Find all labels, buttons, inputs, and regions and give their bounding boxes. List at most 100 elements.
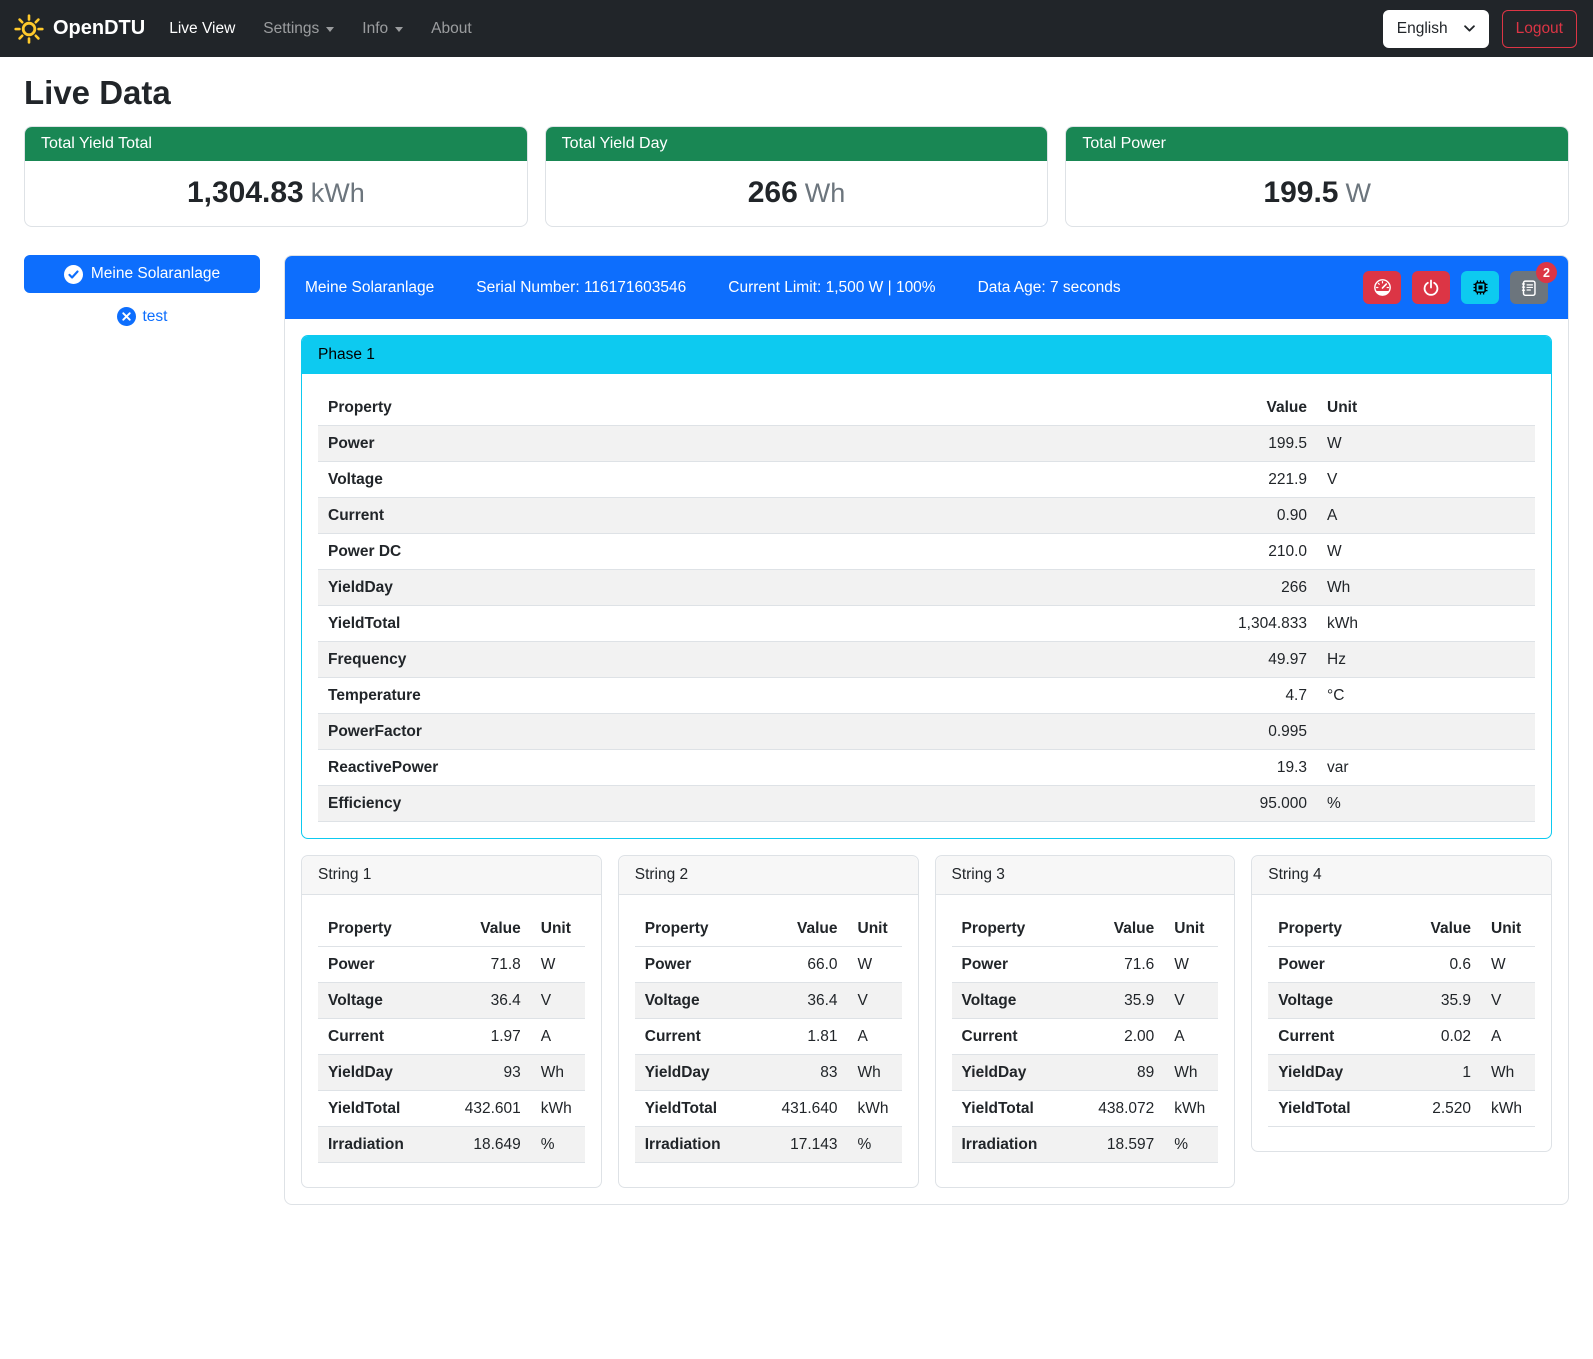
summary-card-total-yield-day: Total Yield Day 266Wh <box>545 126 1049 227</box>
string-card-title: String 1 <box>302 856 601 895</box>
logout-button[interactable]: Logout <box>1502 10 1577 48</box>
table-row: ReactivePower19.3var <box>318 750 1535 786</box>
summary-card-title: Total Yield Total <box>25 127 527 161</box>
unit-cell: Wh <box>1481 1055 1535 1091</box>
value-column-header: Value <box>758 911 848 947</box>
string-card-body: PropertyValueUnitPower71.8WVoltage36.4VC… <box>302 895 601 1187</box>
property-cell: Voltage <box>1268 983 1391 1019</box>
string-table: PropertyValueUnitPower66.0WVoltage36.4VC… <box>635 911 902 1163</box>
table-row: YieldTotal438.072kWh <box>952 1091 1219 1127</box>
string-card-title: String 4 <box>1252 856 1551 895</box>
string-card-body: PropertyValueUnitPower71.6WVoltage35.9VC… <box>936 895 1235 1187</box>
nav-item-about[interactable]: About <box>417 12 486 46</box>
value-cell: 89 <box>1074 1055 1164 1091</box>
unit-cell: Wh <box>1317 570 1535 606</box>
unit-cell: Wh <box>531 1055 585 1091</box>
string-table: PropertyValueUnitPower0.6WVoltage35.9VCu… <box>1268 911 1535 1127</box>
table-header-row: PropertyValueUnit <box>952 911 1219 947</box>
property-cell: Current <box>952 1019 1075 1055</box>
summary-card-unit: kWh <box>311 178 365 208</box>
value-cell: 36.4 <box>758 983 848 1019</box>
value-cell: 71.8 <box>441 947 531 983</box>
table-row: YieldDay83Wh <box>635 1055 902 1091</box>
value-cell: 1.81 <box>758 1019 848 1055</box>
table-row: Power71.8W <box>318 947 585 983</box>
phase-table: PropertyValueUnitPower199.5WVoltage221.9… <box>318 390 1535 822</box>
unit-cell: A <box>531 1019 585 1055</box>
summary-row: Total Yield Total 1,304.83kWh Total Yiel… <box>24 126 1569 227</box>
value-cell: 66.0 <box>758 947 848 983</box>
table-row: YieldTotal431.640kWh <box>635 1091 902 1127</box>
inverter-selector-unselected[interactable]: test <box>24 307 260 326</box>
limit-settings-button[interactable] <box>1363 271 1401 304</box>
value-cell: 0.6 <box>1391 947 1481 983</box>
unit-cell: % <box>1317 786 1535 822</box>
language-select[interactable]: English <box>1383 10 1489 48</box>
unit-cell: A <box>1317 498 1535 534</box>
inverter-selector-selected[interactable]: Meine Solaranlage <box>24 255 260 293</box>
table-row: Efficiency95.000% <box>318 786 1535 822</box>
value-cell: 1 <box>1391 1055 1481 1091</box>
value-cell: 93 <box>441 1055 531 1091</box>
table-row: Voltage35.9V <box>952 983 1219 1019</box>
table-row: Frequency49.97Hz <box>318 642 1535 678</box>
table-row: YieldDay1Wh <box>1268 1055 1535 1091</box>
property-column-header: Property <box>318 911 441 947</box>
unit-cell: Wh <box>1164 1055 1218 1091</box>
table-row: Irradiation17.143% <box>635 1127 902 1163</box>
nav-item-label: About <box>431 20 472 38</box>
table-row: Current2.00A <box>952 1019 1219 1055</box>
value-cell: 19.3 <box>1157 750 1317 786</box>
table-row: YieldDay89Wh <box>952 1055 1219 1091</box>
table-row: Current1.81A <box>635 1019 902 1055</box>
property-cell: Frequency <box>318 642 1157 678</box>
value-cell: 49.97 <box>1157 642 1317 678</box>
nav-item-info[interactable]: Info <box>348 12 417 46</box>
property-cell: YieldDay <box>318 570 1157 606</box>
value-cell: 4.7 <box>1157 678 1317 714</box>
unit-cell: °C <box>1317 678 1535 714</box>
unit-column-header: Unit <box>1317 390 1535 426</box>
summary-card-total-power: Total Power 199.5W <box>1065 126 1569 227</box>
summary-card-body: 199.5W <box>1066 161 1568 226</box>
value-column-header: Value <box>441 911 531 947</box>
property-column-header: Property <box>952 911 1075 947</box>
strings-row: String 1PropertyValueUnitPower71.8WVolta… <box>301 855 1552 1188</box>
inverter-body: Phase 1 PropertyValueUnitPower199.5WVolt… <box>285 319 1568 1204</box>
unit-cell: % <box>848 1127 902 1163</box>
value-cell: 0.02 <box>1391 1019 1481 1055</box>
table-header-row: PropertyValueUnit <box>635 911 902 947</box>
brand[interactable]: OpenDTU <box>14 14 145 44</box>
table-row: Power66.0W <box>635 947 902 983</box>
property-cell: PowerFactor <box>318 714 1157 750</box>
property-cell: Power <box>1268 947 1391 983</box>
table-row: YieldTotal1,304.833kWh <box>318 606 1535 642</box>
unit-cell: V <box>531 983 585 1019</box>
unit-cell: W <box>531 947 585 983</box>
unit-cell: W <box>848 947 902 983</box>
event-count-badge: 2 <box>1536 262 1557 283</box>
value-cell: 71.6 <box>1074 947 1164 983</box>
property-cell: Power DC <box>318 534 1157 570</box>
page-title: Live Data <box>24 74 1569 112</box>
unit-cell: % <box>531 1127 585 1163</box>
inverter-card: Meine Solaranlage Serial Number: 1161716… <box>284 255 1569 1205</box>
unit-column-header: Unit <box>531 911 585 947</box>
table-row: Voltage221.9V <box>318 462 1535 498</box>
event-log-button[interactable]: 2 <box>1510 271 1548 304</box>
property-cell: Power <box>635 947 758 983</box>
table-row: YieldDay93Wh <box>318 1055 585 1091</box>
table-row: Power DC210.0W <box>318 534 1535 570</box>
value-cell: 95.000 <box>1157 786 1317 822</box>
unit-cell: Wh <box>848 1055 902 1091</box>
summary-card-body: 1,304.83kWh <box>25 161 527 226</box>
nav-item-live-view[interactable]: Live View <box>155 12 249 46</box>
power-button[interactable] <box>1412 271 1450 304</box>
speedometer-icon <box>1373 278 1392 297</box>
phase-body: PropertyValueUnitPower199.5WVoltage221.9… <box>302 374 1551 838</box>
chevron-down-icon <box>1464 25 1475 33</box>
nav-item-settings[interactable]: Settings <box>249 12 348 46</box>
restart-button[interactable] <box>1461 271 1499 304</box>
property-cell: Temperature <box>318 678 1157 714</box>
property-cell: Voltage <box>952 983 1075 1019</box>
